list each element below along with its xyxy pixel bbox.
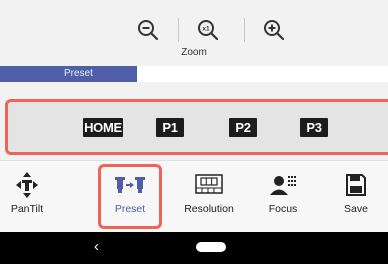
save-floppy-icon: [345, 169, 367, 201]
zoom-divider: [178, 18, 179, 42]
svg-text:x1: x1: [202, 26, 210, 33]
preset-home-button[interactable]: HOME: [83, 118, 123, 137]
preset-p1-button[interactable]: P1: [156, 118, 184, 137]
app-screen: x1 Zoom Preset HOME P1 P2 P3 PanTilt Pre…: [0, 0, 388, 264]
mode-tab-strip: Preset: [0, 66, 388, 82]
toolbar-label-save: Save: [344, 203, 368, 215]
toolbar-item-pantilt[interactable]: PanTilt: [4, 161, 50, 227]
toolbar-item-resolution[interactable]: Resolution: [176, 161, 242, 227]
toolbar-item-focus[interactable]: Focus: [260, 161, 306, 227]
back-chevron-icon[interactable]: ‹: [94, 238, 99, 256]
zoom-label: Zoom: [181, 47, 207, 58]
system-nav-bar: ‹: [0, 232, 388, 264]
zoom-divider: [244, 18, 245, 42]
toolbar-label-pantilt: PanTilt: [10, 203, 44, 215]
bottom-toolbar: PanTilt Preset Resolution Focus Save: [0, 160, 388, 232]
toolbar-label-resolution: Resolution: [184, 203, 234, 215]
zoom-bar: x1 Zoom: [0, 0, 388, 62]
tab-preset[interactable]: Preset: [0, 66, 137, 82]
home-pill-button[interactable]: [196, 242, 226, 252]
toolbar-item-save[interactable]: Save: [334, 161, 378, 227]
preset-p2-button[interactable]: P2: [229, 118, 257, 137]
preset-p3-button[interactable]: P3: [300, 118, 328, 137]
preset-button-panel: HOME P1 P2 P3: [5, 99, 388, 155]
zoom-reset-button[interactable]: x1: [190, 12, 226, 48]
preset-highlight-frame: [98, 164, 162, 229]
zoom-out-button[interactable]: [130, 12, 166, 48]
zoom-out-icon: [136, 18, 160, 42]
zoom-in-button[interactable]: [256, 12, 292, 48]
zoom-x1-icon: x1: [196, 18, 220, 42]
focus-person-icon: [268, 169, 298, 201]
zoom-in-icon: [262, 18, 286, 42]
pan-tilt-arrows-icon: [14, 169, 40, 201]
toolbar-label-focus: Focus: [268, 203, 298, 215]
resolution-grid-icon: [194, 169, 224, 201]
